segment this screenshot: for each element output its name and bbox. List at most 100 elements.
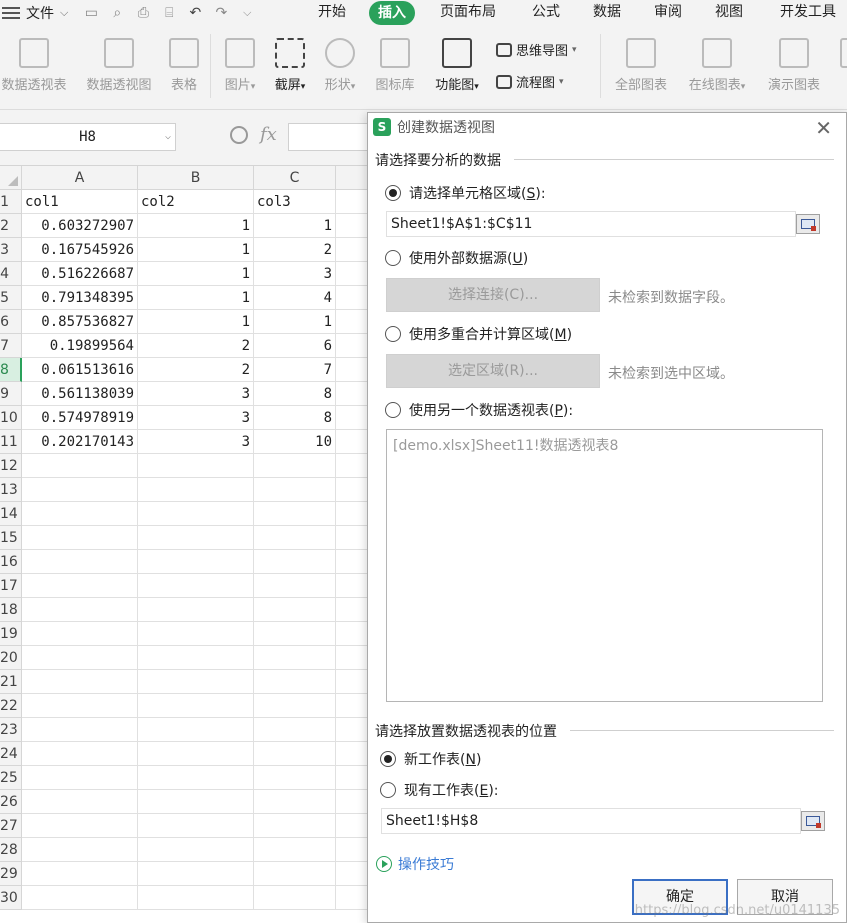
file-menu[interactable]: 文件 ⌵ — [0, 0, 68, 26]
column-header-b[interactable]: B — [138, 166, 254, 190]
table-cell[interactable]: 1 — [254, 310, 336, 334]
row-header[interactable]: 15 — [0, 526, 22, 550]
tab-view[interactable]: 视图 — [715, 0, 743, 26]
table-cell[interactable] — [138, 622, 254, 646]
row-header[interactable]: 26 — [0, 790, 22, 814]
table-cell[interactable]: 0.516226687 — [22, 262, 138, 286]
table-cell[interactable]: col2 — [138, 190, 254, 214]
flowchart-button[interactable]: 流程图 ▾ — [496, 72, 564, 91]
table-cell[interactable] — [254, 742, 336, 766]
customize-icon[interactable]: ⌵ — [238, 4, 256, 22]
table-cell[interactable]: 1 — [138, 214, 254, 238]
table-cell[interactable] — [138, 838, 254, 862]
table-cell[interactable] — [22, 454, 138, 478]
row-header[interactable]: 21 — [0, 670, 22, 694]
table-cell[interactable]: 4 — [254, 286, 336, 310]
table-cell[interactable] — [22, 622, 138, 646]
print-preview-icon[interactable]: ⌸ — [160, 4, 178, 22]
row-header[interactable]: 22 — [0, 694, 22, 718]
select-all-corner[interactable] — [0, 166, 22, 190]
table-cell[interactable]: 0.603272907 — [22, 214, 138, 238]
row-header[interactable]: 29 — [0, 862, 22, 886]
row-header[interactable]: 1 — [0, 190, 22, 214]
table-cell[interactable] — [22, 550, 138, 574]
tab-review[interactable]: 审阅 — [654, 0, 682, 26]
screenshot-button[interactable]: 截屏▾ — [268, 38, 312, 93]
radio-existing-sheet[interactable]: 现有工作表(E): — [380, 780, 499, 800]
table-cell[interactable] — [22, 598, 138, 622]
table-cell[interactable] — [254, 598, 336, 622]
pivot-chart-button[interactable]: 数据透视图 — [80, 38, 158, 93]
table-cell[interactable]: 10 — [254, 430, 336, 454]
table-cell[interactable] — [138, 814, 254, 838]
table-cell[interactable]: 1 — [254, 214, 336, 238]
table-cell[interactable] — [254, 478, 336, 502]
table-cell[interactable] — [138, 574, 254, 598]
table-cell[interactable] — [22, 478, 138, 502]
table-cell[interactable]: 2 — [138, 334, 254, 358]
table-cell[interactable] — [22, 694, 138, 718]
table-cell[interactable] — [138, 598, 254, 622]
table-cell[interactable]: 3 — [254, 262, 336, 286]
radio-consolidate[interactable]: 使用多重合并计算区域(M) — [385, 324, 572, 344]
row-header[interactable]: 30 — [0, 886, 22, 910]
table-cell[interactable] — [254, 646, 336, 670]
row-header[interactable]: 18 — [0, 598, 22, 622]
table-cell[interactable]: 1 — [138, 238, 254, 262]
icon-library-button[interactable]: 图标库 — [370, 38, 420, 93]
table-cell[interactable]: 2 — [254, 238, 336, 262]
row-header[interactable]: 9 — [0, 382, 22, 406]
table-cell[interactable] — [254, 814, 336, 838]
tab-formula[interactable]: 公式 — [532, 0, 560, 26]
table-cell[interactable] — [22, 670, 138, 694]
table-cell[interactable] — [138, 742, 254, 766]
online-charts-button[interactable]: 在线图表▾ — [680, 38, 754, 93]
print-icon[interactable]: ⎙ — [134, 4, 152, 22]
table-cell[interactable]: 0.857536827 — [22, 310, 138, 334]
table-cell[interactable] — [254, 718, 336, 742]
table-cell[interactable]: 1 — [138, 262, 254, 286]
table-cell[interactable] — [138, 454, 254, 478]
table-cell[interactable] — [22, 718, 138, 742]
table-cell[interactable] — [254, 550, 336, 574]
row-header[interactable]: 13 — [0, 478, 22, 502]
row-header[interactable]: 25 — [0, 766, 22, 790]
table-cell[interactable] — [22, 862, 138, 886]
table-cell[interactable]: 0.561138039 — [22, 382, 138, 406]
table-cell[interactable] — [22, 766, 138, 790]
function-chart-button[interactable]: 功能图▾ — [428, 38, 486, 93]
redo-icon[interactable]: ↷ — [212, 4, 230, 22]
row-header[interactable]: 2 — [0, 214, 22, 238]
table-cell[interactable] — [254, 838, 336, 862]
row-header[interactable]: 20 — [0, 646, 22, 670]
mind-map-button[interactable]: 思维导图 ▾ — [496, 40, 577, 59]
table-cell[interactable]: 3 — [138, 406, 254, 430]
format-painter-icon[interactable]: ⌕ — [108, 4, 126, 22]
row-header[interactable]: 24 — [0, 742, 22, 766]
range-picker-icon[interactable] — [796, 214, 820, 234]
radio-new-sheet[interactable]: 新工作表(N) — [380, 749, 481, 769]
operation-tips-link[interactable]: 操作技巧 — [376, 854, 454, 874]
list-item[interactable]: [demo.xlsx]Sheet11!数据透视表8 — [393, 435, 816, 455]
row-header[interactable]: 28 — [0, 838, 22, 862]
table-cell[interactable] — [138, 670, 254, 694]
table-cell[interactable]: 0.167545926 — [22, 238, 138, 262]
table-cell[interactable] — [22, 526, 138, 550]
table-cell[interactable] — [254, 886, 336, 910]
location-picker-icon[interactable] — [801, 811, 825, 831]
table-cell[interactable] — [254, 670, 336, 694]
row-header[interactable]: 19 — [0, 622, 22, 646]
table-cell[interactable] — [138, 694, 254, 718]
tab-insert[interactable]: 插入 — [369, 1, 415, 25]
column-header-a[interactable]: A — [22, 166, 138, 190]
save-icon[interactable]: ▭ — [82, 4, 100, 22]
table-cell[interactable] — [254, 574, 336, 598]
table-cell[interactable] — [138, 886, 254, 910]
row-header[interactable]: 10 — [0, 406, 22, 430]
table-cell[interactable]: 3 — [138, 430, 254, 454]
table-cell[interactable] — [138, 550, 254, 574]
row-header[interactable]: 3 — [0, 238, 22, 262]
table-cell[interactable] — [254, 790, 336, 814]
table-cell[interactable] — [254, 862, 336, 886]
table-cell[interactable] — [138, 502, 254, 526]
